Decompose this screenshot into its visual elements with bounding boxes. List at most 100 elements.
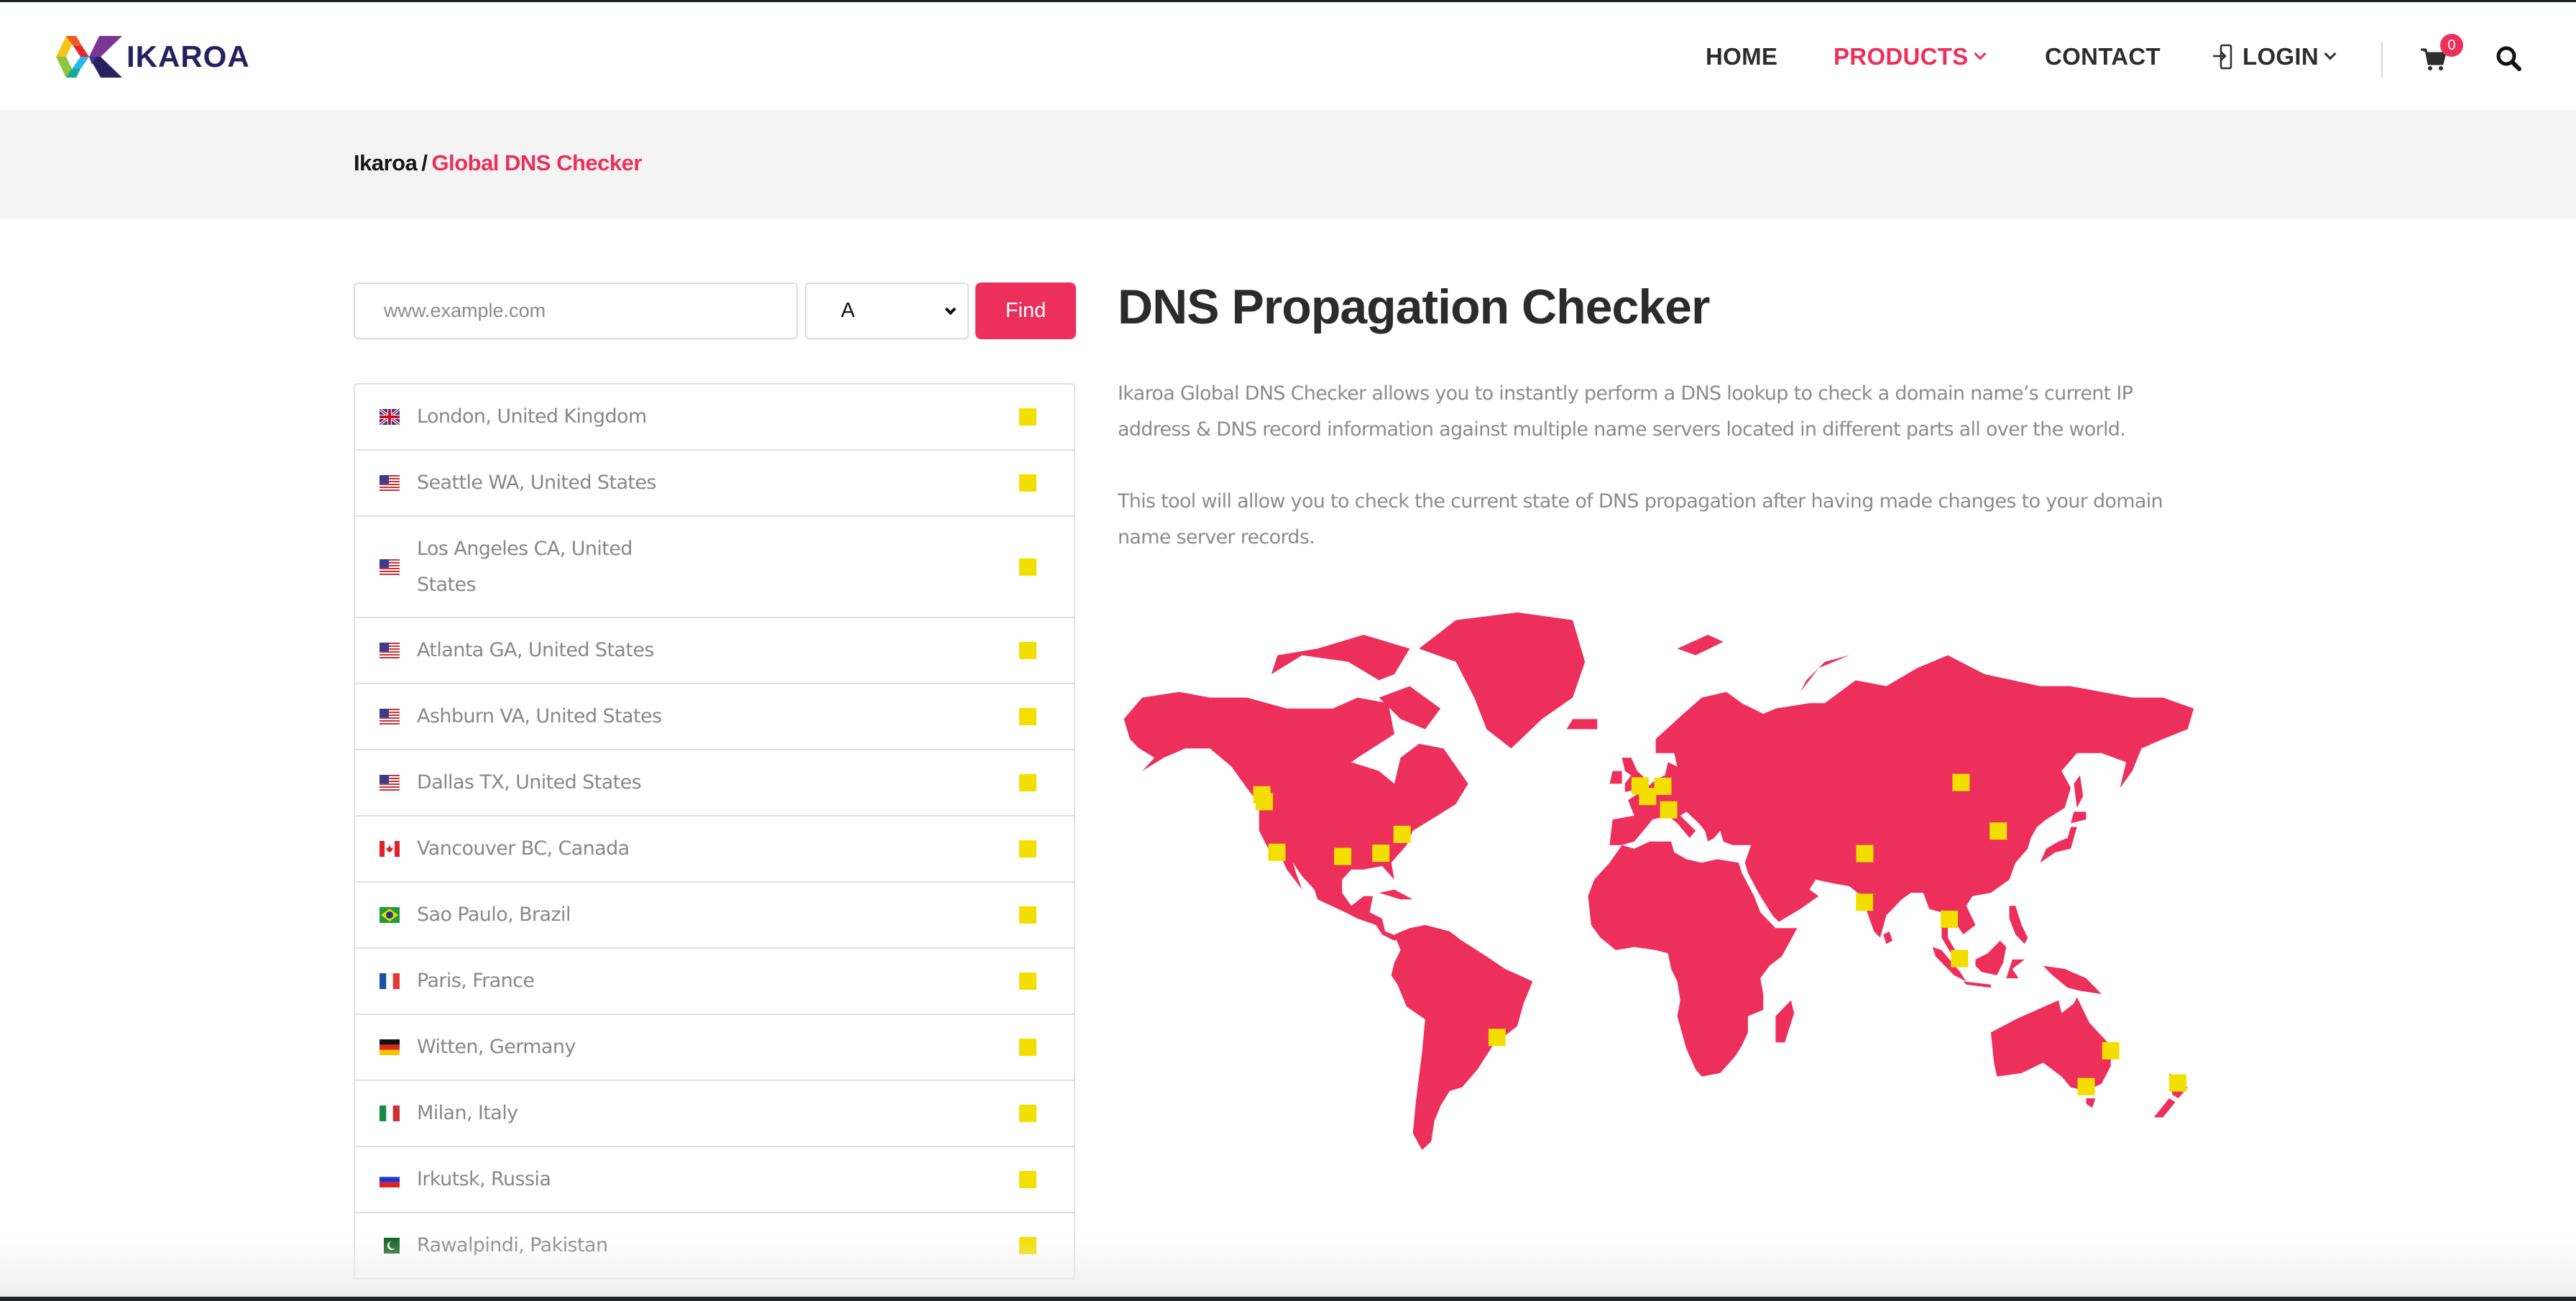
map-marker-melbourne[interactable] [2077,1077,2095,1095]
land-shape [2086,1098,2096,1108]
land-shape [1775,1000,1795,1043]
breadcrumb: Ikaroa / Global DNS Checker [354,150,642,176]
map-marker-atlanta[interactable] [1372,845,1390,863]
server-location: Seattle WA, United States [417,472,656,494]
map-marker-singapore[interactable] [1951,950,1969,967]
nav-login-label: LOGIN [2242,43,2319,70]
map-marker-paris[interactable] [1639,788,1657,806]
site-header: IKAROA HOME PRODUCTS CONTACT LOGIN 0 [0,2,2576,110]
record-type-select[interactable]: A [805,282,969,339]
map-marker-auckland[interactable] [2169,1074,2186,1092]
logo-text: IKAROA [126,40,250,73]
nav-contact[interactable]: CONTACT [2045,43,2161,70]
land-shape [1379,889,1413,900]
server-row: Witten, Germany [355,1015,1074,1081]
server-row: London, United Kingdom [355,385,1074,451]
server-location: Milan, Italy [417,1102,518,1124]
nav-login[interactable]: LOGIN [2212,43,2337,70]
land-shape [1975,940,2007,975]
server-row: Milan, Italy [355,1081,1074,1147]
server-row: Seattle WA, United States [355,451,1074,517]
chevron-down-icon [1974,47,1987,60]
map-marker-brisbane[interactable] [2102,1042,2120,1059]
status-indicator [1019,558,1036,576]
map-marker-dallas[interactable] [1334,847,1352,865]
server-location: Ashburn VA, United States [417,705,662,727]
flag-us-icon [380,558,400,575]
land-shape [1123,691,1468,941]
flag-br-icon [380,907,400,923]
map-marker-sao-paulo[interactable] [1488,1029,1506,1047]
flag-fr-icon [380,973,400,989]
description-paragraph-2: This tool will allow you to check the cu… [1118,490,2163,548]
land-shape [1800,655,1850,692]
ikaroa-logo-icon [56,36,122,78]
server-row: Paris, France [355,949,1074,1015]
chevron-down-icon [2324,47,2337,60]
status-indicator [1019,642,1036,659]
server-list: London, United Kingdom Seattle WA, United… [354,383,1075,1279]
server-location: Paris, France [417,970,535,992]
server-location: Sao Paulo, Brazil [417,904,571,926]
map-marker-bangkok[interactable] [1941,910,1959,928]
server-row: Vancouver BC, Canada [355,817,1074,883]
server-row: Atlanta GA, United States [355,618,1074,684]
server-location: London, United Kingdom [417,405,647,428]
search-button[interactable] [2494,44,2523,73]
server-location: Irkutsk, Russia [417,1168,551,1190]
nav-products[interactable]: PRODUCTS [1834,43,1987,70]
map-marker-milan[interactable] [1660,801,1678,819]
status-indicator [1019,1171,1036,1188]
land-shape [1990,997,2111,1091]
land-shape [1566,719,1598,730]
chevron-down-icon [944,303,957,316]
land-shape [2074,775,2084,808]
nav-products-label: PRODUCTS [1834,43,1969,70]
map-marker-seattle[interactable] [1256,793,1274,811]
flag-us-icon [380,709,400,725]
find-button[interactable]: Find [975,282,1076,339]
server-location: Los Angeles CA, United States [417,537,632,596]
breadcrumb-home[interactable]: Ikaroa [354,150,418,175]
logo[interactable]: IKAROA [56,36,250,78]
status-indicator [1019,408,1036,426]
server-row: Los Angeles CA, United States [355,517,1074,618]
land-shape [1963,981,1991,988]
flag-us-icon [380,775,400,791]
server-location: Rawalpindi, Pakistan [417,1234,608,1256]
land-shape [2071,812,2087,824]
map-marker-rawalpindi[interactable] [1856,845,1874,863]
status-indicator [1019,474,1036,492]
flag-ru-icon [380,1172,400,1187]
flag-it-icon [380,1105,400,1121]
map-marker-ashburn[interactable] [1393,825,1411,843]
flag-gb-icon [380,409,400,425]
land-shape [1419,612,1586,749]
map-marker-mumbai[interactable] [1856,893,1874,911]
breadcrumb-current: Global DNS Checker [431,150,642,175]
server-location: Vancouver BC, Canada [417,837,630,860]
land-shape [2040,827,2077,863]
map-marker-witten[interactable] [1654,777,1672,795]
record-type-value: A [841,299,855,322]
server-location: Dallas TX, United States [417,771,642,794]
status-indicator [1019,708,1036,725]
map-marker-los-angeles[interactable] [1268,843,1286,861]
server-row: Irkutsk, Russia [355,1147,1074,1213]
flag-us-icon [380,643,400,658]
search-icon [2496,46,2521,71]
server-row: Ashburn VA, United States [355,684,1074,750]
domain-input[interactable] [354,282,798,339]
nav-home[interactable]: HOME [1706,43,1777,70]
status-indicator [1019,840,1036,858]
map-marker-irkutsk[interactable] [1952,773,1970,791]
server-row: Rawalpindi, Pakistan [355,1213,1074,1279]
land-shape [1883,931,1892,944]
map-marker-beijing[interactable] [1990,822,2007,840]
flag-de-icon [380,1039,400,1055]
login-icon [2213,44,2232,70]
server-row: Sao Paulo, Brazil [355,883,1074,949]
status-indicator [1019,774,1036,791]
cart-count-badge: 0 [2440,34,2463,57]
land-shape [1609,771,1622,784]
